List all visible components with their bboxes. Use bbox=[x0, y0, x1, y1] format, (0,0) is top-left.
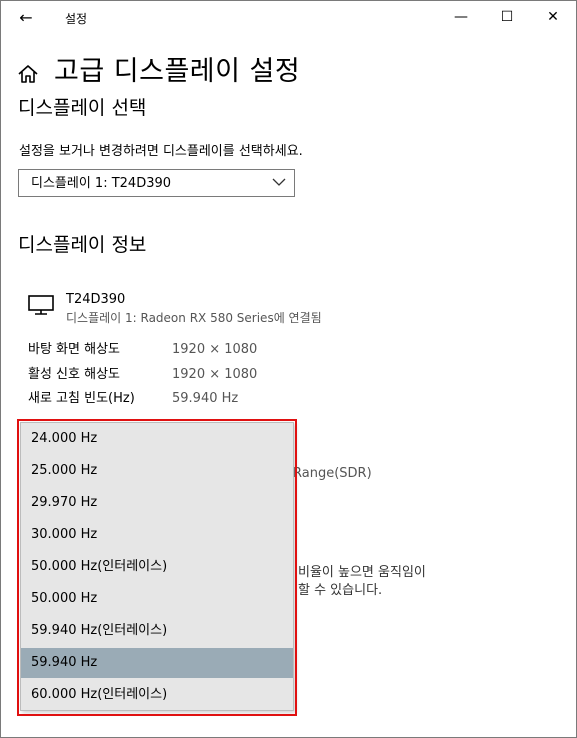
desktop-resolution-label: 바탕 화면 해상도 bbox=[28, 342, 120, 357]
partial-color-space-text: Range(SDR) bbox=[293, 466, 372, 481]
close-button[interactable]: ✕ bbox=[530, 1, 576, 34]
refresh-rate-dropdown-list: 24.000 Hz 25.000 Hz 29.970 Hz 30.000 Hz … bbox=[20, 422, 294, 711]
display-select-dropdown[interactable]: 디스플레이 1: T24D390 bbox=[18, 169, 295, 197]
desktop-resolution-value: 1920 × 1080 bbox=[172, 342, 258, 357]
monitor-icon bbox=[28, 295, 54, 315]
refresh-rate-value: 59.940 Hz bbox=[172, 391, 239, 406]
section-heading-select-display: 디스플레이 선택 bbox=[18, 97, 147, 119]
chevron-down-icon bbox=[272, 178, 286, 186]
active-signal-resolution-value: 1920 × 1080 bbox=[172, 367, 258, 382]
maximize-button[interactable]: ☐ bbox=[484, 1, 530, 34]
refresh-option-59-940-interlaced[interactable]: 59.940 Hz(인터레이스) bbox=[21, 616, 293, 646]
refresh-option-60-interlaced[interactable]: 60.000 Hz(인터레이스) bbox=[21, 680, 293, 710]
refresh-option-59-940[interactable]: 59.940 Hz bbox=[21, 648, 293, 678]
back-arrow-icon[interactable]: ← bbox=[13, 7, 39, 29]
refresh-option-24[interactable]: 24.000 Hz bbox=[21, 424, 293, 454]
refresh-option-25[interactable]: 25.000 Hz bbox=[21, 456, 293, 486]
display-select-value: 디스플레이 1: T24D390 bbox=[31, 176, 172, 191]
monitor-name: T24D390 bbox=[66, 292, 126, 307]
page-title: 고급 디스플레이 설정 bbox=[54, 56, 301, 87]
partial-refresh-note-line1: 비율이 높으면 움직임이 bbox=[298, 565, 426, 580]
settings-window: ← 설정 — ☐ ✕ 고급 디스플레이 설정 디스플레이 선택 설정을 보거나 … bbox=[0, 0, 577, 738]
home-icon bbox=[18, 65, 38, 83]
section-heading-display-info: 디스플레이 정보 bbox=[18, 234, 147, 256]
refresh-rate-label: 새로 고침 빈도(Hz) bbox=[28, 391, 135, 406]
refresh-option-30[interactable]: 30.000 Hz bbox=[21, 520, 293, 550]
window-title: 설정 bbox=[65, 12, 88, 26]
monitor-connection: 디스플레이 1: Radeon RX 580 Series에 연결됨 bbox=[66, 311, 322, 325]
select-instruction: 설정을 보거나 변경하려면 디스플레이를 선택하세요. bbox=[19, 144, 303, 159]
refresh-option-50[interactable]: 50.000 Hz bbox=[21, 584, 293, 614]
minimize-button[interactable]: — bbox=[438, 1, 484, 34]
refresh-option-29-970[interactable]: 29.970 Hz bbox=[21, 488, 293, 518]
active-signal-resolution-label: 활성 신호 해상도 bbox=[28, 367, 120, 382]
title-bar: ← 설정 — ☐ ✕ bbox=[1, 1, 576, 34]
refresh-option-50-interlaced[interactable]: 50.000 Hz(인터레이스) bbox=[21, 552, 293, 582]
partial-refresh-note-line2: 할 수 있습니다. bbox=[298, 583, 383, 598]
